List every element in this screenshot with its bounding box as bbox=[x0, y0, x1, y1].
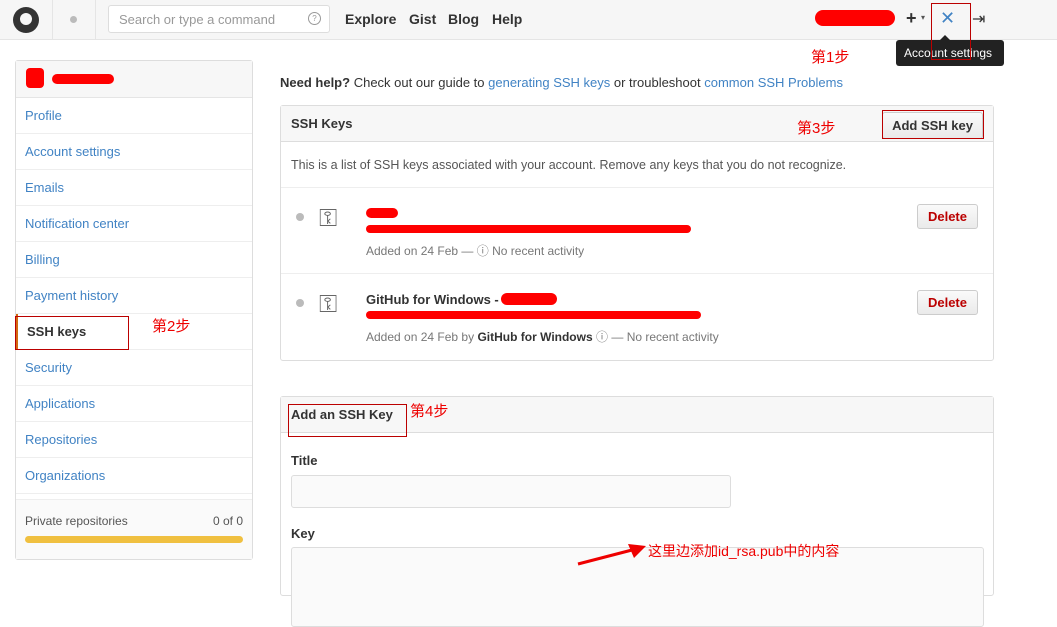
annotation-step1: 第1步 bbox=[811, 49, 850, 66]
search-input[interactable]: Search or type a command? bbox=[108, 5, 330, 33]
sidebar-user bbox=[16, 61, 252, 98]
annotation-arrow-icon bbox=[577, 544, 646, 566]
sidebar-item-organizations[interactable]: Organizations bbox=[16, 458, 252, 494]
create-new-button[interactable]: + bbox=[906, 8, 917, 29]
sign-out-icon[interactable]: ⇥ bbox=[972, 9, 985, 29]
key-meta: Added on 24 Feb — ⓘ No recent activity bbox=[366, 244, 585, 258]
annotation-box-step1 bbox=[931, 3, 971, 60]
nav-gist[interactable]: Gist bbox=[409, 11, 436, 27]
ssh-keys-description: This is a list of SSH keys associated wi… bbox=[281, 142, 993, 188]
annotation-step2: 第2步 bbox=[152, 318, 191, 335]
nav-help[interactable]: Help bbox=[492, 11, 522, 27]
notifications-icon[interactable] bbox=[70, 16, 77, 23]
annotation-step3: 第3步 bbox=[797, 120, 836, 137]
sidebar-item-applications[interactable]: Applications bbox=[16, 386, 252, 422]
help-icon[interactable]: ? bbox=[308, 12, 321, 25]
annotation-step4: 第4步 bbox=[410, 403, 449, 420]
title-input[interactable] bbox=[291, 475, 731, 508]
annotation-box-step4 bbox=[288, 404, 407, 437]
sidebar-item-account-settings[interactable]: Account settings bbox=[16, 134, 252, 170]
private-repos-label: Private repositories bbox=[25, 514, 128, 528]
redacted-username bbox=[52, 74, 114, 84]
annotation-box-step2 bbox=[15, 316, 129, 350]
avatar bbox=[26, 68, 44, 88]
delete-key-button[interactable]: Delete bbox=[916, 204, 978, 229]
delete-key-button[interactable]: Delete bbox=[916, 290, 978, 315]
help-text: Need help? Check out our guide to genera… bbox=[280, 75, 843, 90]
nav-blog[interactable]: Blog bbox=[448, 11, 479, 27]
nav-explore[interactable]: Explore bbox=[345, 11, 396, 27]
ssh-keys-title: SSH Keys bbox=[291, 116, 353, 131]
info-icon: ⓘ bbox=[476, 244, 489, 258]
ssh-key-row: ⚿ GitHub for Windows - Added on 24 Feb b… bbox=[281, 274, 993, 360]
info-icon: ⓘ bbox=[596, 330, 609, 344]
redacted-fingerprint bbox=[366, 225, 691, 233]
chevron-down-icon: ▾ bbox=[921, 13, 926, 22]
sidebar-item-security[interactable]: Security bbox=[16, 350, 252, 386]
private-repos-usage-bar bbox=[25, 536, 243, 543]
redacted-key-title bbox=[366, 208, 398, 218]
sidebar-item-emails[interactable]: Emails bbox=[16, 170, 252, 206]
sidebar-item-profile[interactable]: Profile bbox=[16, 98, 252, 134]
key-label: Key bbox=[291, 526, 315, 541]
sidebar-item-payment-history[interactable]: Payment history bbox=[16, 278, 252, 314]
ssh-problems-link[interactable]: common SSH Problems bbox=[704, 75, 843, 90]
annotation-note: 这里边添加id_rsa.pub中的内容 bbox=[648, 543, 840, 559]
key-icon: ⚿ bbox=[319, 205, 338, 232]
key-icon: ⚿ bbox=[319, 291, 338, 318]
sidebar-item-notification-center[interactable]: Notification center bbox=[16, 206, 252, 242]
sidebar-item-billing[interactable]: Billing bbox=[16, 242, 252, 278]
settings-sidebar: Profile Account settings Emails Notifica… bbox=[15, 60, 253, 560]
key-meta: Added on 24 Feb by GitHub for Windows ⓘ … bbox=[366, 330, 719, 344]
ssh-key-row: ⚿ Added on 24 Feb — ⓘ No recent activity… bbox=[281, 188, 993, 274]
annotation-box-step3 bbox=[882, 110, 984, 139]
key-title: GitHub for Windows - bbox=[366, 292, 499, 307]
private-repositories: Private repositories 0 of 0 bbox=[16, 499, 252, 559]
github-logo-icon[interactable] bbox=[13, 7, 39, 33]
redacted-username bbox=[815, 10, 895, 26]
sidebar-item-repositories[interactable]: Repositories bbox=[16, 422, 252, 458]
private-repos-count: 0 of 0 bbox=[212, 514, 243, 528]
ssh-keys-panel: SSH Keys Add SSH key This is a list of S… bbox=[280, 105, 994, 361]
generating-ssh-keys-link[interactable]: generating SSH keys bbox=[488, 75, 610, 90]
top-header: Search or type a command? Explore Gist B… bbox=[0, 0, 1057, 40]
title-label: Title bbox=[291, 453, 318, 468]
redacted-key-title bbox=[501, 293, 557, 305]
redacted-fingerprint bbox=[366, 311, 701, 319]
